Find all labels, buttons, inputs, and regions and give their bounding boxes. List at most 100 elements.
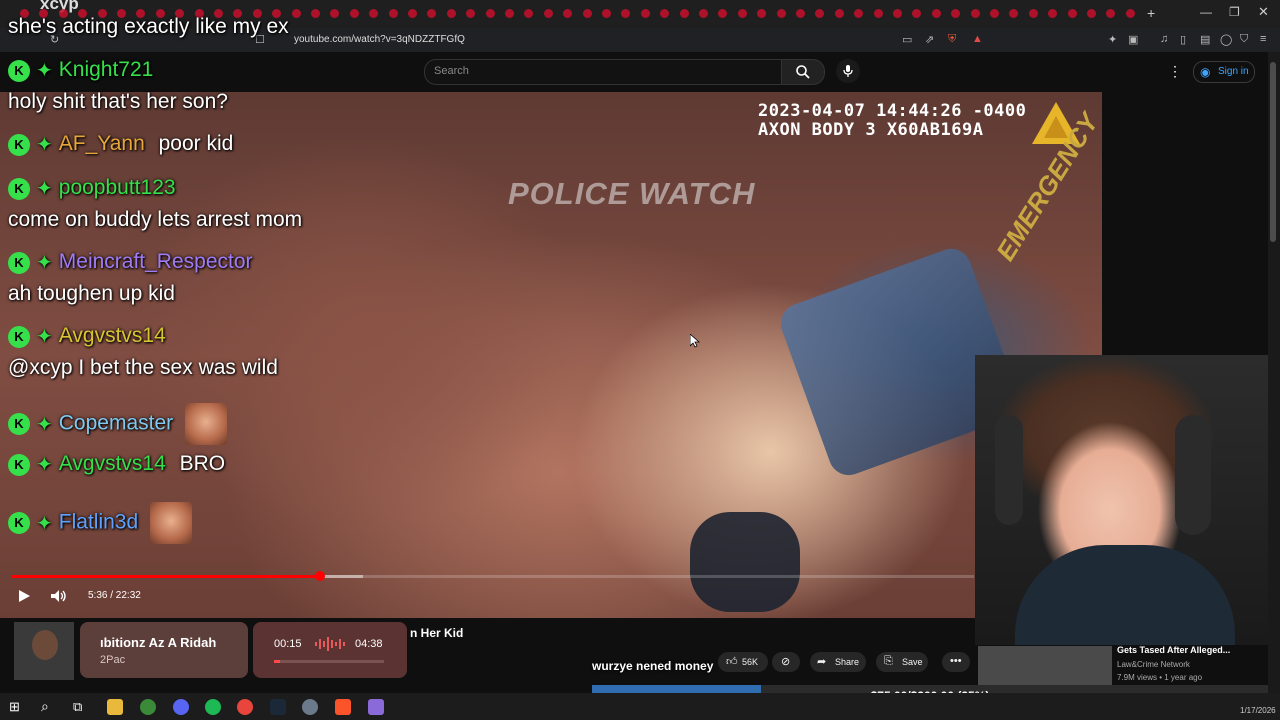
browser-tab[interactable] (893, 9, 902, 18)
downloads-icon[interactable]: ▣ (1128, 33, 1138, 46)
wallet-icon[interactable]: ▤ (1200, 33, 1210, 46)
windows-start-icon[interactable]: ⊞ (9, 699, 20, 715)
browser-tab[interactable] (1067, 9, 1077, 18)
browser-tab[interactable] (718, 9, 728, 18)
browser-tab[interactable] (485, 9, 495, 18)
browser-tab[interactable] (912, 9, 922, 18)
browser-tab[interactable] (427, 9, 437, 18)
search-button[interactable] (781, 59, 825, 85)
menu-icon[interactable]: ≡ (1260, 33, 1266, 45)
search-input[interactable] (424, 59, 783, 85)
browser-tab[interactable] (931, 9, 941, 18)
obs-icon[interactable] (302, 699, 318, 715)
browser-tab[interactable] (1048, 9, 1058, 18)
browser-tab[interactable] (408, 9, 417, 18)
browser-tab[interactable] (854, 9, 864, 18)
chat-username[interactable]: Knight721 (59, 58, 154, 81)
media-icon[interactable]: ♫ (1160, 33, 1168, 45)
browser-tab[interactable] (640, 9, 650, 18)
browser-tab[interactable] (970, 9, 980, 18)
browser-tab[interactable] (505, 9, 514, 18)
voice-search-button[interactable] (836, 59, 860, 83)
browser-tab[interactable] (291, 9, 301, 18)
rewards-icon[interactable]: ▲ (972, 33, 983, 45)
browser-tab[interactable] (311, 9, 320, 18)
subscriber-badge-icon: ✦ (36, 134, 53, 156)
minimize-icon[interactable]: — (1200, 5, 1212, 19)
recommended-title[interactable]: Gets Tased After Alleged... (1117, 645, 1230, 655)
more-actions-button[interactable]: ••• (942, 652, 970, 672)
browser-tab[interactable] (1106, 9, 1116, 18)
file-explorer-icon[interactable] (107, 699, 123, 715)
progress-scrubber[interactable] (314, 571, 325, 581)
browser-tab[interactable] (699, 9, 708, 18)
browser-tab[interactable] (369, 9, 379, 18)
browser-tab[interactable] (602, 9, 611, 18)
browser-tab[interactable] (582, 9, 592, 18)
browser-tab[interactable] (951, 9, 961, 18)
save-button[interactable]: ⎘ Save (876, 652, 928, 672)
chat-username[interactable]: Avgvstvs14 (59, 452, 166, 475)
share-page-icon[interactable]: ⇗ (925, 33, 934, 46)
browser-tab[interactable] (388, 9, 398, 18)
browser-tab[interactable] (330, 9, 340, 18)
brave-taskbar-icon[interactable] (335, 699, 351, 715)
chat-username[interactable]: Copemaster (59, 412, 173, 435)
sidebar-icon[interactable]: ▯ (1180, 33, 1186, 46)
browser-tab[interactable] (524, 9, 534, 18)
plus-icon[interactable]: + (1147, 5, 1155, 21)
browser-tab[interactable] (757, 9, 767, 18)
browser-tab[interactable] (796, 9, 805, 18)
browser-tab[interactable] (815, 9, 825, 18)
extensions-icon[interactable]: ✦ (1108, 33, 1117, 46)
browser-tab[interactable] (466, 9, 476, 18)
vpn-icon[interactable]: ⛉ (1240, 33, 1248, 46)
maximize-icon[interactable]: ❐ (1229, 5, 1240, 19)
chrome-icon[interactable] (237, 699, 253, 715)
chat-username[interactable]: Flatlin3d (59, 511, 138, 534)
browser-tab[interactable] (1009, 9, 1019, 18)
app-purple-icon[interactable] (368, 699, 384, 715)
more-options-icon[interactable]: ⋮ (1168, 63, 1182, 80)
browser-tab[interactable] (1125, 9, 1135, 18)
brave-shield-icon[interactable]: ⛨ (948, 33, 956, 46)
recommended-thumbnail[interactable] (978, 646, 1112, 686)
browser-tab[interactable] (543, 9, 553, 18)
task-view-icon[interactable]: ⧉ (73, 699, 82, 715)
recommended-channel[interactable]: Law&Crime Network (1117, 660, 1190, 669)
browser-tab[interactable] (834, 9, 844, 18)
headphone-right (1175, 415, 1211, 535)
browser-tab[interactable] (873, 9, 883, 18)
play-icon[interactable] (17, 589, 31, 603)
browser-tab[interactable] (446, 9, 456, 18)
dislike-button[interactable]: ⊘ (772, 652, 800, 672)
page-scrollbar-thumb[interactable] (1270, 62, 1276, 242)
spotify-icon[interactable] (205, 699, 221, 715)
close-icon[interactable]: ✕ (1258, 4, 1269, 20)
address-bar[interactable]: youtube.com/watch?v=3qNDZZTFGfQ (294, 34, 465, 45)
browser-tab[interactable] (660, 9, 670, 18)
browser-tab[interactable] (990, 9, 999, 18)
discord-icon[interactable] (173, 699, 189, 715)
browser-tab[interactable] (349, 9, 359, 18)
browser-tab[interactable] (621, 9, 631, 18)
like-button[interactable]: 👍︎ 56K (718, 652, 768, 672)
chat-username[interactable]: Avgvstvs14 (59, 324, 166, 347)
share-button[interactable]: ➦ Share (810, 652, 866, 672)
cast-icon[interactable]: ▭ (902, 33, 912, 46)
chat-username[interactable]: AF_Yann (59, 132, 145, 155)
chat-username[interactable]: poopbutt123 (59, 176, 176, 199)
volume-icon[interactable] (50, 589, 68, 603)
browser-tab[interactable] (563, 9, 573, 18)
app-green-icon[interactable] (140, 699, 156, 715)
sign-in-button[interactable]: ◉ Sign in (1193, 61, 1255, 83)
browser-tab[interactable] (679, 9, 689, 18)
chat-username[interactable]: Meincraft_Respector (59, 250, 253, 273)
browser-tab[interactable] (1028, 9, 1038, 18)
browser-tab[interactable] (1087, 9, 1096, 18)
steam-icon[interactable] (270, 699, 286, 715)
browser-tab[interactable] (776, 9, 786, 18)
browser-tab[interactable] (737, 9, 747, 18)
profile-icon[interactable]: ◯ (1220, 33, 1232, 46)
taskbar-search-icon[interactable]: ⌕ (41, 698, 49, 715)
